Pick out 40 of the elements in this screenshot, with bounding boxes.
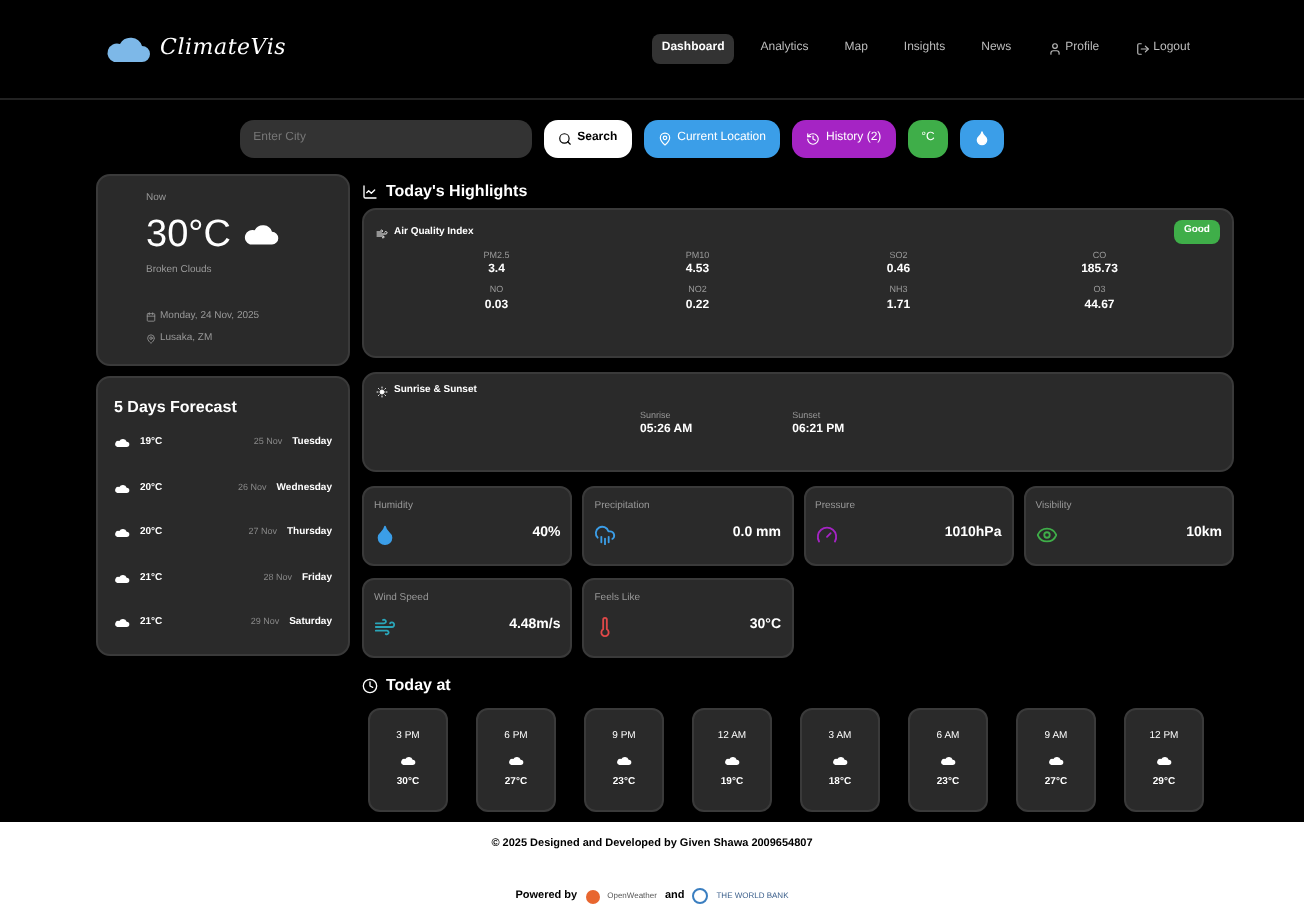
theme-button[interactable]	[960, 119, 1005, 157]
cloud-logo-icon	[104, 35, 152, 63]
cloud-icon	[1156, 755, 1172, 765]
cloud-icon	[114, 618, 130, 629]
cloud-icon	[508, 755, 524, 765]
cloud-icon	[114, 483, 130, 494]
cloud-icon	[724, 755, 740, 765]
logout-icon	[1135, 42, 1150, 56]
sun-logo-icon	[585, 889, 600, 904]
forecast-title: 5 Days Forecast	[114, 396, 239, 420]
cloud-icon	[940, 755, 956, 765]
search-icon	[557, 131, 572, 145]
chart-line-icon	[362, 184, 378, 200]
rain-cloud-icon	[594, 523, 617, 545]
wind-icon	[376, 227, 388, 240]
globe-logo-icon	[692, 888, 709, 905]
cloud-icon	[400, 755, 416, 765]
pin-icon	[146, 333, 156, 344]
cloud-icon	[114, 528, 130, 539]
cloud-icon	[1048, 755, 1064, 765]
droplet-icon	[374, 523, 396, 545]
cloud-icon	[242, 224, 281, 247]
cloud-icon	[832, 755, 848, 765]
cloud-icon	[114, 438, 130, 449]
pin-icon	[657, 131, 672, 145]
cloud-icon	[616, 755, 632, 765]
history-icon	[805, 131, 820, 145]
drop-icon	[974, 130, 991, 146]
clock-icon	[362, 678, 378, 694]
wind-icon	[374, 615, 396, 637]
sun-icon	[376, 385, 388, 398]
highlights-title: Today's Highlights	[386, 180, 528, 204]
cloud-icon	[114, 573, 130, 584]
today-title: Today at	[386, 674, 451, 698]
brand-name: ClimateVis	[160, 32, 287, 65]
calendar-icon	[146, 312, 156, 323]
gauge-icon	[815, 523, 837, 545]
current-temperature: 30°C	[146, 211, 231, 259]
eye-icon	[1035, 523, 1058, 545]
user-icon	[1047, 42, 1062, 56]
